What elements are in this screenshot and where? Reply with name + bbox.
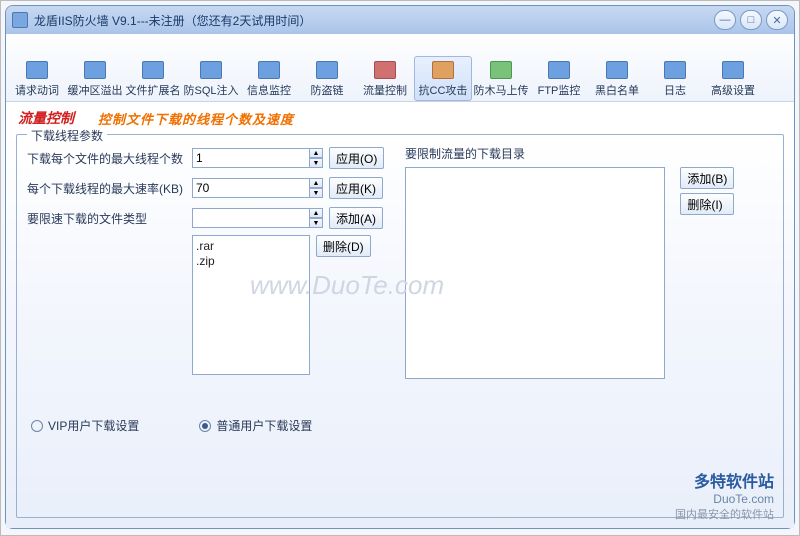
toolbar: 请求动词缓冲区溢出文件扩展名防SQL注入信息监控 防盗链 流量控制抗CC攻击防木马上… [6, 34, 794, 102]
right-column: 要限制流量的下载目录 添加(B) 删除(I) [405, 145, 773, 395]
toolbar-btn-10[interactable]: 黑白名单 [588, 56, 646, 101]
toolbar-label: 抗CC攻击 [419, 82, 468, 98]
toolbar-btn-5[interactable]: 防盗链 [298, 56, 356, 101]
download-thread-group: 下载线程参数 下载每个文件的最大线程个数 ▲ ▼ [16, 134, 784, 518]
apply-rate-button[interactable]: 应用(K) [329, 177, 383, 199]
toolbar-btn-9[interactable]: FTP监控 [530, 56, 588, 101]
add-filetype-button[interactable]: 添加(A) [329, 207, 383, 229]
vip-radio-label: VIP用户下载设置 [48, 417, 139, 434]
spin-up[interactable]: ▲ [309, 178, 323, 188]
filetype-list[interactable]: .rar.zip [192, 235, 310, 375]
toolbar-icon [548, 61, 570, 79]
toolbar-label: 文件扩展名 [126, 82, 181, 98]
minimize-button[interactable]: — [714, 10, 736, 30]
titlebar: 龙盾IIS防火墙 V9.1---未注册（您还有2天试用时间） — □ ✕ [6, 6, 794, 34]
toolbar-label: 信息监控 [247, 82, 291, 98]
maximize-button[interactable]: □ [740, 10, 762, 30]
toolbar-btn-1[interactable]: 缓冲区溢出 [66, 56, 124, 101]
directory-list[interactable] [405, 167, 665, 379]
toolbar-btn-2[interactable]: 文件扩展名 [124, 56, 182, 101]
spin-down[interactable]: ▼ [309, 188, 323, 198]
filetype-input[interactable] [192, 208, 310, 228]
close-button[interactable]: ✕ [766, 10, 788, 30]
toolbar-btn-4[interactable]: 信息监控 [240, 56, 298, 101]
toolbar-label: 防盗链 [311, 82, 344, 98]
toolbar-btn-3[interactable]: 防SQL注入 [182, 56, 240, 101]
radio-icon [199, 420, 211, 432]
toolbar-label: 黑白名单 [595, 82, 639, 98]
toolbar-btn-8[interactable]: 防木马上传 [472, 56, 530, 101]
window-title: 龙盾IIS防火墙 V9.1---未注册（您还有2天试用时间） [34, 12, 714, 29]
toolbar-btn-7[interactable]: 抗CC攻击 [414, 56, 472, 101]
spin-up[interactable]: ▲ [309, 208, 323, 218]
toolbar-icon [374, 61, 396, 79]
footer-line1: 多特软件站 [675, 468, 774, 492]
toolbar-icon [84, 61, 106, 79]
max-threads-input[interactable] [192, 148, 310, 168]
toolbar-btn-12[interactable]: 高级设置 [704, 56, 762, 101]
list-item[interactable]: .zip [196, 254, 306, 269]
toolbar-label: 防SQL注入 [183, 82, 238, 98]
toolbar-icon [142, 61, 164, 79]
dir-label: 要限制流量的下载目录 [405, 145, 773, 163]
left-column: 下载每个文件的最大线程个数 ▲ ▼ 应用(O) 每个下载 [27, 145, 387, 395]
max-threads-label: 下载每个文件的最大线程个数 [27, 150, 192, 167]
radio-icon [31, 420, 43, 432]
toolbar-label: 流量控制 [363, 82, 407, 98]
spin-down[interactable]: ▼ [309, 158, 323, 168]
toolbar-icon [722, 61, 744, 79]
footer-line3: 国内最安全的软件站 [675, 506, 774, 522]
footer-line2: DuoTe.com [675, 492, 774, 506]
app-icon [12, 12, 28, 28]
toolbar-btn-6[interactable]: 流量控制 [356, 56, 414, 101]
toolbar-icon [606, 61, 628, 79]
add-dir-button[interactable]: 添加(B) [680, 167, 734, 189]
toolbar-btn-11[interactable]: 日志 [646, 56, 704, 101]
apply-threads-button[interactable]: 应用(O) [329, 147, 384, 169]
toolbar-icon [664, 61, 686, 79]
max-rate-input[interactable] [192, 178, 310, 198]
group-legend: 下载线程参数 [27, 127, 107, 144]
spin-down[interactable]: ▼ [309, 218, 323, 228]
max-rate-label: 每个下载线程的最大速率(KB) [27, 180, 192, 197]
normal-radio[interactable]: 普通用户下载设置 [199, 417, 312, 434]
spin-up[interactable]: ▲ [309, 148, 323, 158]
vip-radio[interactable]: VIP用户下载设置 [31, 417, 139, 434]
toolbar-btn-0[interactable]: 请求动词 [8, 56, 66, 101]
toolbar-icon [432, 61, 454, 79]
toolbar-label: 请求动词 [15, 82, 59, 98]
toolbar-icon [26, 61, 48, 79]
section-desc: 控制文件下载的线程个数及速度 [98, 109, 294, 128]
footer: 多特软件站 DuoTe.com 国内最安全的软件站 [675, 468, 774, 522]
delete-dir-button[interactable]: 删除(I) [680, 193, 734, 215]
toolbar-icon [200, 61, 222, 79]
toolbar-icon [316, 61, 338, 79]
section-title: 流量控制 [18, 108, 74, 128]
filetype-label: 要限速下载的文件类型 [27, 210, 192, 227]
toolbar-label: 日志 [664, 82, 686, 98]
delete-filetype-button[interactable]: 删除(D) [316, 235, 371, 257]
subtitle-bar: 流量控制 控制文件下载的线程个数及速度 [6, 102, 794, 134]
list-item[interactable]: .rar [196, 239, 306, 254]
toolbar-label: 缓冲区溢出 [68, 82, 123, 98]
normal-radio-label: 普通用户下载设置 [216, 417, 312, 434]
toolbar-label: FTP监控 [538, 82, 581, 98]
toolbar-label: 高级设置 [711, 82, 755, 98]
toolbar-label: 防木马上传 [474, 82, 529, 98]
toolbar-icon [258, 61, 280, 79]
toolbar-icon [490, 61, 512, 79]
